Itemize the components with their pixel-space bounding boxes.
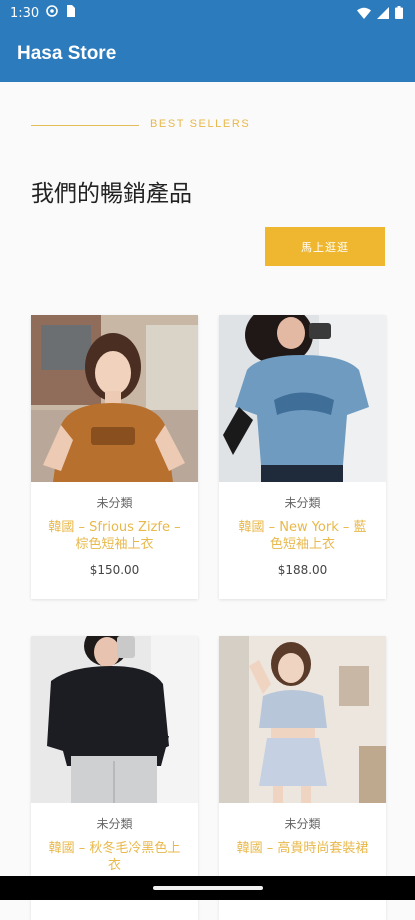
system-nav-bar: [0, 876, 415, 900]
product-info: 未分類 韓國 – New York – 藍色短袖上衣 $188.00: [219, 482, 386, 599]
section-label: BEST SELLERS: [150, 118, 251, 130]
product-image-blue-tshirt[interactable]: [219, 315, 386, 482]
product-info: 未分類 韓國 – 秋冬毛冷黑色上衣: [31, 803, 198, 920]
product-title[interactable]: 韓國 – New York – 藍色短袖上衣: [233, 519, 372, 553]
product-card[interactable]: 未分類 韓國 – Sfrious Zizfe – 棕色短袖上衣 $150.00: [31, 315, 198, 599]
product-category: 未分類: [96, 817, 133, 831]
product-image-light-blue-set[interactable]: [219, 636, 386, 803]
product-image-brown-tshirt[interactable]: [31, 315, 198, 482]
product-category: 未分類: [284, 817, 321, 831]
product-title[interactable]: 韓國 – 秋冬毛冷黑色上衣: [45, 840, 184, 874]
shop-now-button[interactable]: 馬上逛逛: [265, 227, 385, 266]
home-gesture-handle[interactable]: [153, 886, 263, 890]
product-info: 未分類 韓國 – Sfrious Zizfe – 棕色短袖上衣 $150.00: [31, 482, 198, 599]
status-time: 1:30: [10, 5, 40, 21]
status-left: 1:30: [10, 5, 76, 21]
product-price: $188.00: [277, 563, 328, 577]
product-category: 未分類: [96, 496, 133, 510]
product-title[interactable]: 韓國 – 高貴時尚套裝裙: [233, 840, 372, 857]
app-bar: Hasa Store: [0, 26, 415, 82]
status-right: [357, 4, 403, 23]
section-header: BEST SELLERS: [31, 118, 391, 134]
app-title: Hasa Store: [17, 43, 117, 64]
page-headline: 我們的暢銷產品: [31, 181, 192, 207]
signal-icon: [377, 4, 389, 23]
product-info: 未分類 韓國 – 高貴時尚套裝裙: [219, 803, 386, 920]
gear-notification-icon: [46, 5, 59, 21]
product-category: 未分類: [284, 496, 321, 510]
sim-icon: [65, 5, 76, 21]
section-divider: [31, 125, 139, 126]
product-price: $150.00: [89, 563, 140, 577]
product-image-black-sweater[interactable]: [31, 636, 198, 803]
wifi-icon: [357, 4, 371, 23]
battery-icon: [395, 4, 403, 23]
status-bar: 1:30: [0, 0, 415, 26]
product-title[interactable]: 韓國 – Sfrious Zizfe – 棕色短袖上衣: [45, 519, 184, 553]
product-card[interactable]: 未分類 韓國 – New York – 藍色短袖上衣 $188.00: [219, 315, 386, 599]
